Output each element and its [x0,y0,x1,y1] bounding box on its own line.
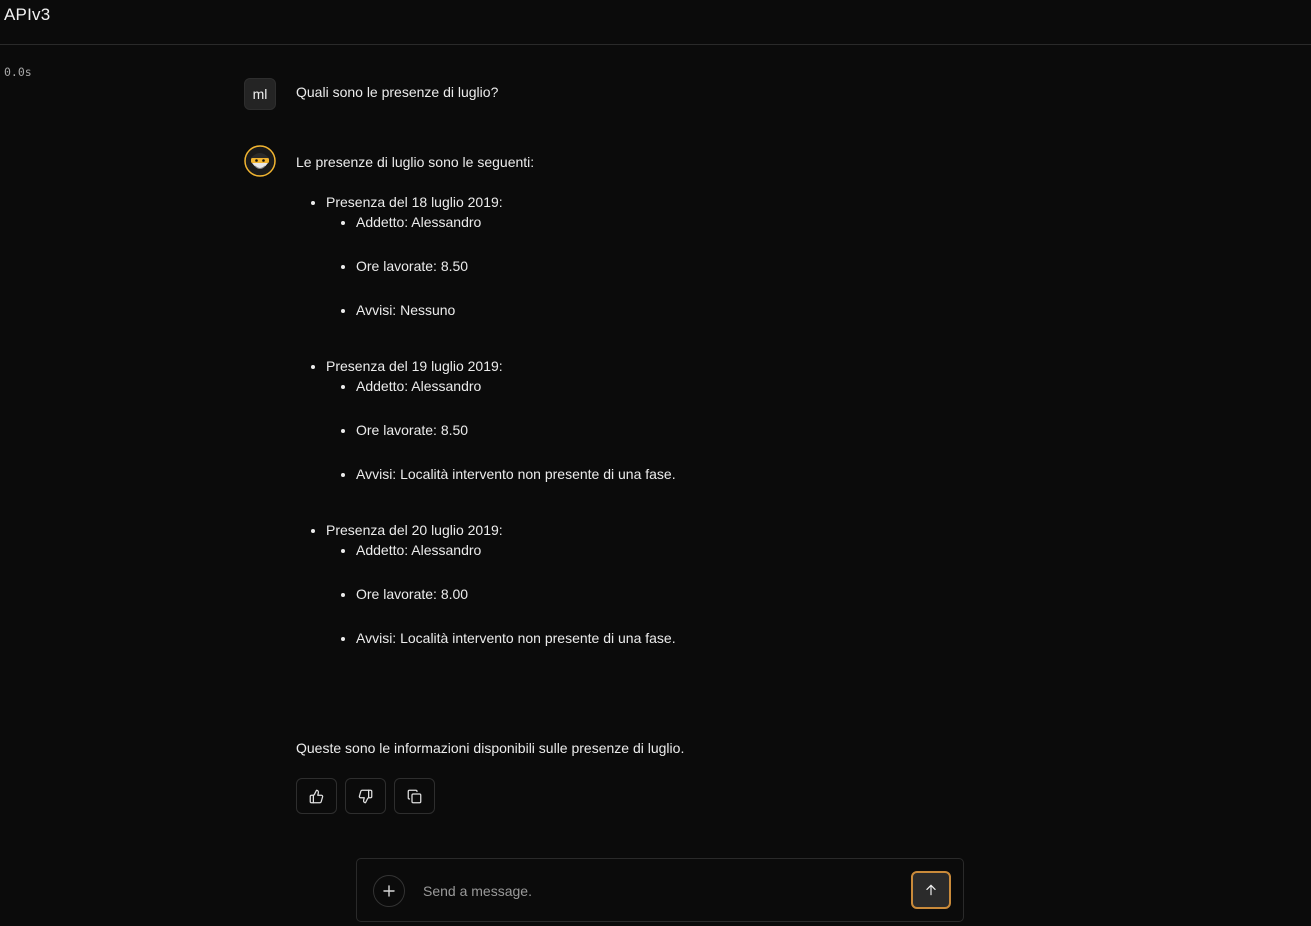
list-item: Avvisi: Località intervento non presente… [356,464,936,484]
list-item: Ore lavorate: 8.00 [356,584,936,604]
assistant-intro: Le presenze di luglio sono le seguenti: [296,154,535,170]
list-item: Presenza del 19 luglio 2019: Addetto: Al… [326,356,936,484]
list-item: Presenza del 20 luglio 2019: Addetto: Al… [326,520,936,648]
assistant-outro: Queste sono le informazioni disponibili … [296,740,685,756]
ninja-bot-avatar-icon [244,145,276,177]
list-item: Avvisi: Nessuno [356,300,936,320]
send-button[interactable] [911,871,951,909]
app-header: APIv3 [0,0,1311,45]
thumbs-up-icon [309,789,324,803]
arrow-up-icon [926,884,936,896]
list-item: Presenza del 18 luglio 2019: Addetto: Al… [326,192,936,320]
assistant-message: Le presenze di luglio sono le seguenti: … [296,152,936,684]
message-composer [356,858,964,922]
response-timer: 0.0s [4,65,32,79]
attach-button[interactable] [373,875,405,907]
attendance-title: Presenza del 18 luglio 2019: [326,194,503,210]
plus-icon [383,885,395,897]
copy-button[interactable] [394,778,435,814]
attendance-title: Presenza del 20 luglio 2019: [326,522,503,538]
app-title: APIv3 [4,5,51,24]
list-item: Addetto: Alessandro [356,212,936,232]
list-item: Ore lavorate: 8.50 [356,420,936,440]
user-avatar: ml [244,78,276,110]
user-message-text: Quali sono le presenze di luglio? [296,84,499,100]
thumbs-down-icon [358,789,373,803]
list-item: Ore lavorate: 8.50 [356,256,936,276]
message-input[interactable] [421,879,905,903]
attendance-list: Presenza del 18 luglio 2019: Addetto: Al… [296,192,936,648]
attendance-title: Presenza del 19 luglio 2019: [326,358,503,374]
list-item: Avvisi: Località intervento non presente… [356,628,936,648]
copy-icon [407,789,422,803]
thumbs-down-button[interactable] [345,778,386,814]
message-actions [296,778,435,814]
list-item: Addetto: Alessandro [356,540,936,560]
list-item: Addetto: Alessandro [356,376,936,396]
thumbs-up-button[interactable] [296,778,337,814]
